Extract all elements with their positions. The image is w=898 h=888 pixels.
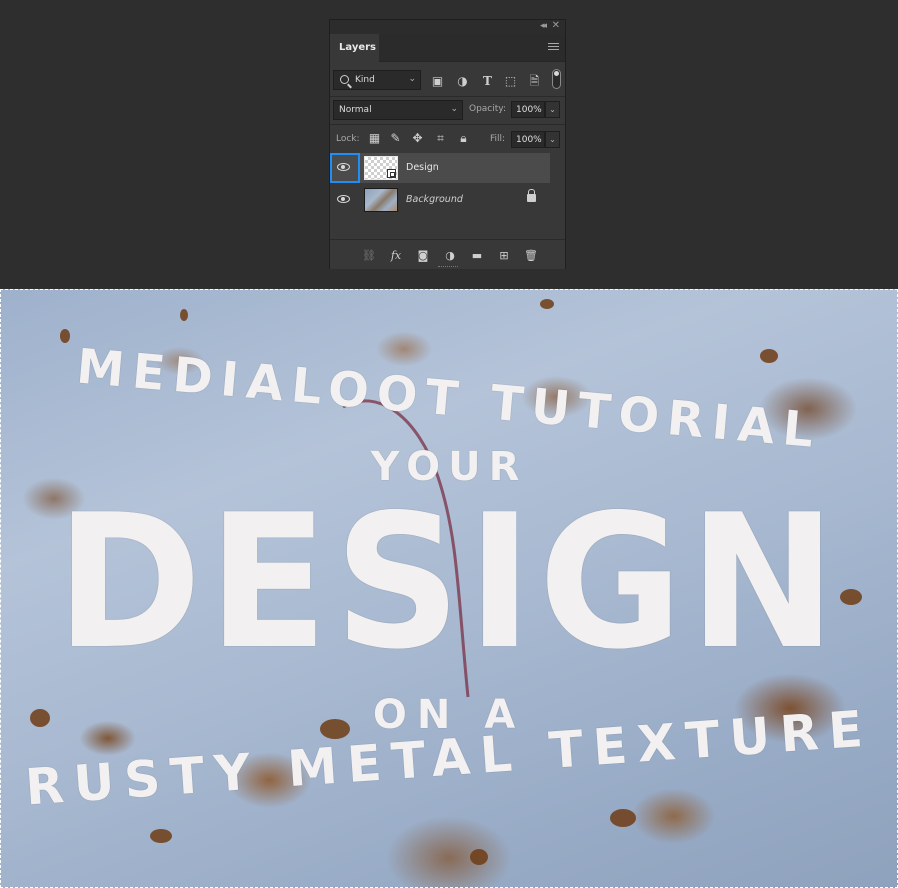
fill-label: Fill:	[490, 134, 506, 144]
visibility-toggle[interactable]	[330, 153, 360, 183]
filter-kind-dropdown[interactable]: Kind ⌄	[333, 70, 421, 90]
selection-marquee	[0, 289, 898, 888]
adjustment-filter-icon[interactable]: ◑	[456, 75, 469, 88]
collapse-panel-icon[interactable]: ◂◂	[540, 21, 547, 31]
smart-object-icon	[387, 169, 396, 178]
tab-layers[interactable]: Layers	[330, 34, 379, 62]
folder-icon[interactable]: ▬	[470, 249, 484, 262]
blend-row: Normal ⌄ Opacity: 100% ⌄	[330, 97, 565, 123]
lock-transparent-pixels-icon[interactable]: ▦	[368, 132, 381, 145]
layer-row-design[interactable]: Design	[330, 153, 550, 183]
panel-tab-row: Layers	[330, 34, 565, 62]
close-panel-icon[interactable]: ✕	[552, 20, 560, 31]
filter-toggle[interactable]	[552, 69, 561, 89]
layer-name: Background	[406, 194, 463, 205]
layer-name: Design	[406, 162, 439, 173]
lock-artboard-icon[interactable]: ⌗	[434, 132, 447, 145]
opacity-input[interactable]: 100%	[511, 101, 545, 118]
chevron-down-icon: ⌄	[408, 74, 416, 84]
layer-thumbnail	[364, 156, 398, 180]
add-mask-icon[interactable]: ◙	[416, 249, 430, 262]
eye-icon	[337, 163, 350, 171]
layers-scrollbar[interactable]	[550, 153, 565, 239]
opacity-chevron-icon[interactable]: ⌄	[545, 101, 560, 118]
adjustment-layer-icon[interactable]: ◑	[443, 249, 457, 262]
fx-icon[interactable]: fx	[389, 249, 403, 262]
lock-all-icon[interactable]: 🔒︎	[457, 132, 470, 145]
layers-list: Design Background	[330, 153, 565, 239]
smart-object-filter-icon[interactable]: 🗎	[528, 75, 541, 88]
new-layer-icon[interactable]: ⊞	[497, 249, 511, 262]
lock-image-pixels-icon[interactable]: ✎	[389, 132, 402, 145]
image-filter-icon[interactable]: ▣	[431, 75, 444, 88]
filter-row: Kind ⌄ ▣ ◑ T ⬚ 🗎	[330, 66, 565, 96]
fill-input[interactable]: 100%	[511, 131, 545, 148]
filter-kind-label: Kind	[355, 75, 375, 85]
blend-mode-dropdown[interactable]: Normal ⌄	[333, 100, 463, 120]
search-icon	[340, 75, 349, 84]
lock-row: Lock: ▦ ✎ ✥ ⌗ 🔒︎ Fill: 100% ⌄	[330, 126, 565, 152]
visibility-toggle[interactable]	[330, 185, 360, 215]
panel-menu-icon[interactable]	[548, 43, 559, 52]
document-canvas[interactable]: MEDIALOOT TUTORIAL YOUR DESIGN ON A RUST…	[0, 289, 898, 888]
trash-icon[interactable]: 🗑︎	[524, 249, 538, 262]
chevron-down-icon: ⌄	[450, 104, 458, 114]
panel-titlebar: ◂◂ ✕	[330, 20, 565, 34]
resize-grip[interactable]	[438, 266, 458, 268]
eye-icon	[337, 195, 350, 203]
fill-chevron-icon[interactable]: ⌄	[545, 131, 560, 148]
layers-panel: ◂◂ ✕ Layers Kind ⌄ ▣ ◑ T ⬚ 🗎 Normal ⌄ Op…	[329, 19, 566, 269]
divider	[330, 124, 565, 125]
type-filter-icon[interactable]: T	[481, 75, 494, 88]
lock-icon	[527, 189, 536, 202]
lock-position-icon[interactable]: ✥	[411, 132, 424, 145]
shape-filter-icon[interactable]: ⬚	[504, 75, 517, 88]
lock-label: Lock:	[336, 134, 360, 144]
layer-row-background[interactable]: Background	[330, 185, 550, 215]
opacity-label: Opacity:	[469, 104, 506, 114]
blend-mode-value: Normal	[339, 105, 372, 115]
layers-bottom-bar: ⛓ fx ◙ ◑ ▬ ⊞ 🗑︎	[330, 239, 565, 269]
link-layers-icon[interactable]: ⛓	[362, 249, 376, 262]
layer-thumbnail	[364, 188, 398, 212]
